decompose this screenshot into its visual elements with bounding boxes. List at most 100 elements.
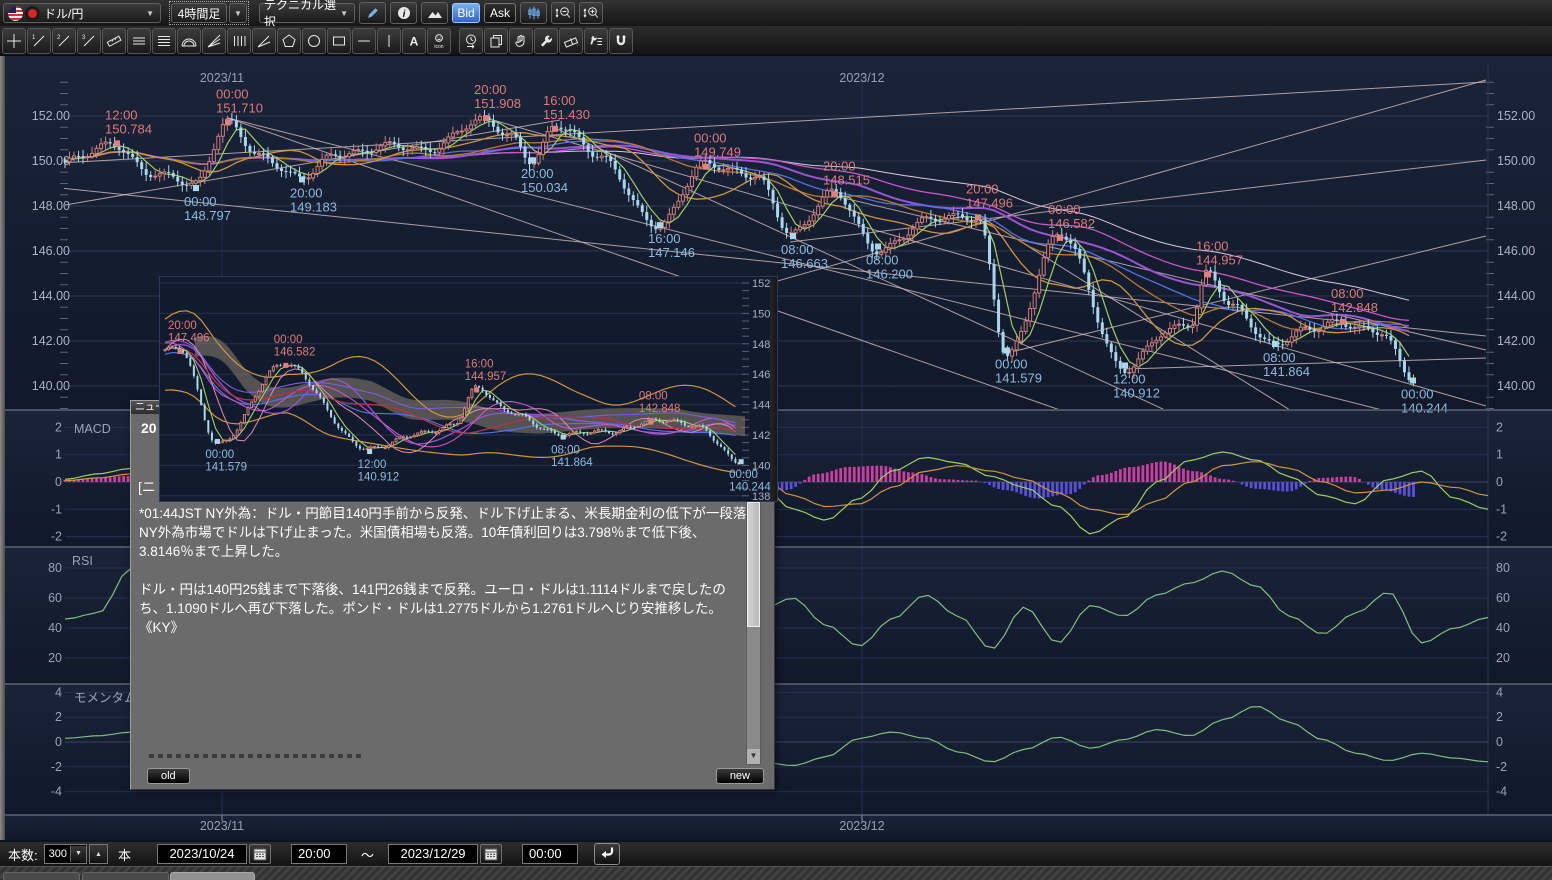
info-button[interactable]: i: [390, 2, 417, 24]
inset-chart-window[interactable]: 152.150.148.146.144.142.140.138.20:00147…: [160, 277, 777, 501]
chart-tab-1[interactable]: [3, 872, 80, 880]
candle-display-button[interactable]: [520, 2, 547, 24]
svg-text:00:00: 00:00: [1401, 387, 1434, 402]
timeframe-dropdown[interactable]: 4時間足: [171, 3, 227, 23]
fibonacci-arc-tool-button[interactable]: [177, 28, 201, 54]
svg-text:150.00: 150.00: [1497, 154, 1535, 168]
pan-tool-button[interactable]: [509, 28, 533, 54]
rectangle-tool-button[interactable]: [327, 28, 351, 54]
horizontal-line-tool-button[interactable]: [352, 28, 376, 54]
svg-text:149.183: 149.183: [290, 199, 337, 214]
technical-select-dropdown[interactable]: テクニカル選択 ▼: [259, 3, 355, 23]
ruler-tool-button[interactable]: [102, 28, 126, 54]
zoom-in-button[interactable]: [579, 2, 603, 24]
timeframe-arrow-button[interactable]: ▼: [229, 3, 247, 23]
zoom-out-button[interactable]: [551, 2, 575, 24]
count-increase-button[interactable]: ▲: [89, 844, 108, 864]
svg-text:2023/11: 2023/11: [200, 819, 244, 833]
newer-news-button[interactable]: new: [716, 768, 764, 784]
copy-tool-button[interactable]: [484, 28, 508, 54]
date-to-input[interactable]: 2023/12/29: [388, 844, 478, 864]
svg-text:60: 60: [1496, 591, 1510, 605]
scroll-down-arrow[interactable]: ▼: [747, 748, 760, 764]
calendar-to-button[interactable]: [480, 844, 502, 864]
angle-line-tool-button[interactable]: [252, 28, 276, 54]
svg-text:20:00: 20:00: [521, 166, 554, 181]
left-resize-edge[interactable]: [0, 56, 5, 840]
svg-text:142.848: 142.848: [1331, 300, 1378, 315]
smiley-icon: icon: [431, 33, 447, 49]
svg-text:2023/11: 2023/11: [200, 71, 244, 85]
chart-tab-3-active[interactable]: [170, 872, 255, 880]
crosshair-icon: [6, 33, 22, 49]
svg-text:60: 60: [48, 591, 62, 605]
parallel-lines-tool-button[interactable]: [127, 28, 151, 54]
magnet-tool-button[interactable]: [609, 28, 633, 54]
svg-text:152.00: 152.00: [1497, 109, 1535, 123]
crosshair-tool-button[interactable]: [2, 28, 26, 54]
area-chart-button[interactable]: [421, 2, 448, 24]
hand-icon: [513, 33, 529, 49]
horizontal-line-icon: [356, 33, 372, 49]
ellipse-tool-button[interactable]: [302, 28, 326, 54]
pentagon-tool-button[interactable]: [277, 28, 301, 54]
indicator-settings-button[interactable]: [584, 28, 608, 54]
svg-text:08:00: 08:00: [1331, 286, 1364, 301]
icon-stamp-tool-button[interactable]: icon: [427, 28, 451, 54]
calendar-from-button[interactable]: [249, 844, 271, 864]
circle-icon: [306, 33, 322, 49]
text-tool-button[interactable]: A: [402, 28, 426, 54]
svg-text:80: 80: [48, 561, 62, 575]
vertical-line-icon: [381, 33, 397, 49]
fan-lines-icon: [206, 33, 222, 49]
range-separator: ～: [361, 845, 374, 864]
settings-tool-button[interactable]: [534, 28, 558, 54]
bid-button[interactable]: Bid: [452, 3, 480, 23]
scrollbar-thumb[interactable]: [747, 502, 760, 627]
vertical-lines-icon: [231, 33, 247, 49]
news-paragraph: 《KY》: [139, 618, 751, 637]
currency-pair-dropdown[interactable]: ドル/円 ▼: [3, 3, 161, 23]
vertical-line-tool-button[interactable]: [377, 28, 401, 54]
svg-text:148.797: 148.797: [184, 208, 231, 223]
date-from-input[interactable]: 2023/10/24: [157, 844, 247, 864]
fibonacci-fan-tool-button[interactable]: [202, 28, 226, 54]
trendline-2-tool-button[interactable]: 2: [52, 28, 76, 54]
svg-text:148.515: 148.515: [823, 172, 870, 187]
svg-text:20: 20: [1496, 651, 1510, 665]
time-to-input[interactable]: 00:00: [522, 844, 578, 864]
svg-text:147.146: 147.146: [648, 245, 695, 260]
refresh-range-button[interactable]: [594, 843, 620, 865]
svg-text:16:00: 16:00: [1196, 238, 1229, 253]
svg-text:00:00: 00:00: [1048, 202, 1081, 217]
eraser-tool-button[interactable]: [559, 28, 583, 54]
vertical-lines-tool-button[interactable]: [227, 28, 251, 54]
time-from-input[interactable]: 20:00: [291, 844, 347, 864]
drawing-toolbar: 1 2 3 A icon: [0, 26, 1552, 56]
bar-count-input[interactable]: 300 ▼: [44, 844, 87, 864]
svg-text:-1: -1: [51, 502, 62, 516]
svg-text:MACD: MACD: [74, 422, 111, 436]
svg-text:モメンタム: モメンタム: [74, 691, 137, 705]
svg-text:40: 40: [1496, 621, 1510, 635]
ask-button[interactable]: Ask: [484, 3, 516, 23]
svg-text:141.864: 141.864: [551, 457, 593, 469]
svg-text:2: 2: [57, 35, 61, 41]
older-news-button[interactable]: old: [147, 768, 190, 784]
zoom-in-icon: [583, 5, 599, 21]
trendline-3-tool-button[interactable]: 3: [77, 28, 101, 54]
draw-pencil-button[interactable]: [359, 2, 386, 24]
svg-text:151.908: 151.908: [474, 96, 521, 111]
count-decrease-button[interactable]: ▼: [70, 846, 86, 862]
svg-text:16:00: 16:00: [543, 93, 576, 108]
bottom-tab-strip: [0, 866, 1552, 880]
inset-price-chart[interactable]: 152.150.148.146.144.142.140.138.20:00147…: [160, 278, 777, 501]
chart-region: 152.00152.00150.00150.00148.00148.00146.…: [0, 56, 1552, 840]
svg-text:2: 2: [1496, 420, 1503, 434]
trendline-1-tool-button[interactable]: 1: [27, 28, 51, 54]
multi-lines-tool-button[interactable]: [152, 28, 176, 54]
history-tool-button[interactable]: [459, 28, 483, 54]
chart-tab-2[interactable]: [82, 872, 169, 880]
svg-text:140.912: 140.912: [358, 472, 400, 484]
svg-text:-4: -4: [1496, 785, 1507, 799]
